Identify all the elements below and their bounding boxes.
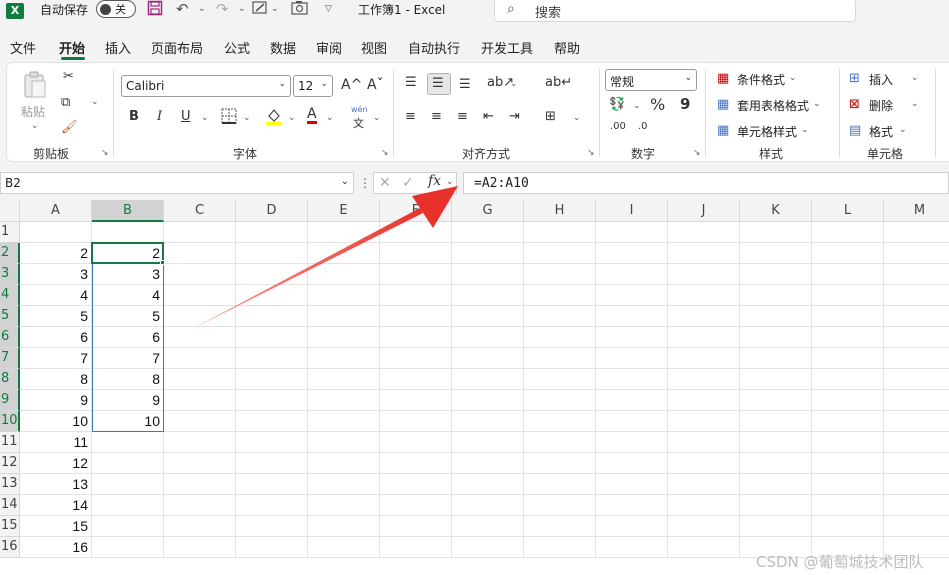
arrow-head bbox=[412, 186, 458, 228]
arrow-shaft bbox=[190, 208, 423, 330]
annotation-arrow bbox=[190, 186, 458, 330]
watermark: CSDN @葡萄城技术团队 bbox=[756, 553, 924, 571]
